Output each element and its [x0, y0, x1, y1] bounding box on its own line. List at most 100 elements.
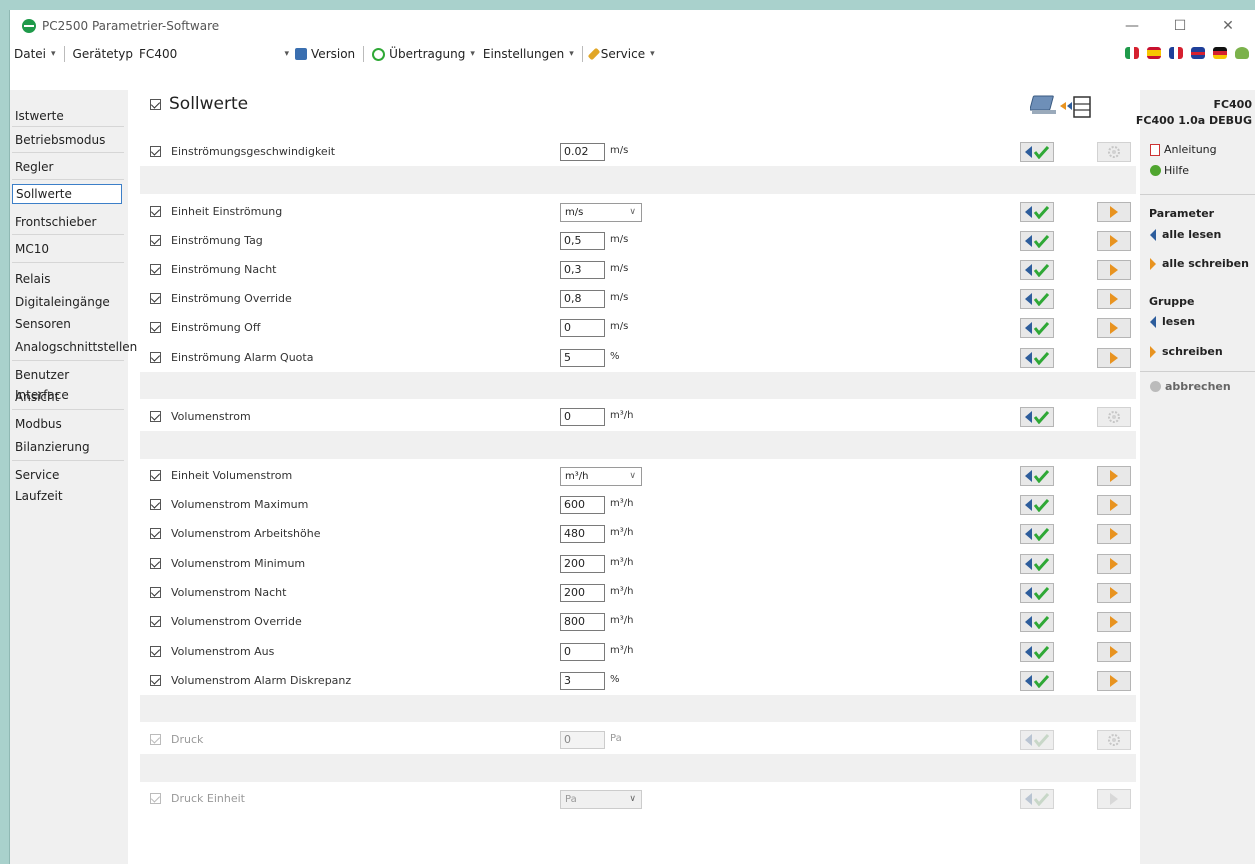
- read-value-button[interactable]: [1020, 202, 1054, 222]
- value-input[interactable]: 200: [560, 555, 605, 573]
- sidebar-item-sollwerte[interactable]: Sollwerte: [12, 184, 122, 204]
- spanish-flag-icon[interactable]: [1147, 47, 1161, 59]
- write-value-button[interactable]: [1097, 202, 1131, 222]
- sidebar-item-benutzer-interface[interactable]: Benutzer Interface: [12, 365, 122, 402]
- sidebar-item-relais[interactable]: Relais: [12, 269, 122, 289]
- row-checkbox[interactable]: [150, 322, 161, 333]
- french-flag-icon[interactable]: [1169, 47, 1183, 59]
- row-checkbox[interactable]: [150, 734, 161, 745]
- hilfe-link[interactable]: Hilfe: [1150, 164, 1189, 177]
- unit-select[interactable]: m/s ∨: [560, 203, 642, 222]
- row-checkbox[interactable]: [150, 499, 161, 510]
- write-value-button[interactable]: [1097, 524, 1131, 544]
- unit-select[interactable]: m³/h ∨: [560, 467, 642, 486]
- menu-version[interactable]: Version: [291, 43, 359, 65]
- alle-lesen-button[interactable]: alle lesen: [1150, 228, 1221, 241]
- write-value-button[interactable]: [1097, 231, 1131, 251]
- italian-flag-icon[interactable]: [1125, 47, 1139, 59]
- geraetetyp-select[interactable]: FC400 ▾: [137, 43, 291, 65]
- gruppe-schreiben-button[interactable]: schreiben: [1150, 345, 1223, 358]
- close-button[interactable]: ✕: [1205, 10, 1251, 42]
- sidebar-item-modbus[interactable]: Modbus: [12, 414, 122, 434]
- value-input[interactable]: 3: [560, 672, 605, 690]
- sidebar-item-analogschnittstellen[interactable]: Analogschnittstellen: [12, 337, 137, 357]
- row-checkbox[interactable]: [150, 675, 161, 686]
- read-value-button[interactable]: [1020, 466, 1054, 486]
- sidebar-item-ansicht[interactable]: Ansicht: [12, 387, 122, 407]
- value-input[interactable]: 480: [560, 525, 605, 543]
- write-value-button[interactable]: [1097, 671, 1131, 691]
- write-value-button[interactable]: [1097, 318, 1131, 338]
- row-checkbox[interactable]: [150, 558, 161, 569]
- write-value-button[interactable]: [1097, 642, 1131, 662]
- row-checkbox[interactable]: [150, 293, 161, 304]
- row-checkbox[interactable]: [150, 411, 161, 422]
- write-value-button[interactable]: [1097, 260, 1131, 280]
- maximize-button[interactable]: ☐: [1157, 10, 1203, 42]
- sidebar-item-betriebsmodus[interactable]: Betriebsmodus: [12, 130, 122, 150]
- row-checkbox[interactable]: [150, 587, 161, 598]
- sidebar-item-frontschieber[interactable]: Frontschieber: [12, 212, 122, 232]
- read-value-button[interactable]: [1020, 289, 1054, 309]
- value-input[interactable]: 0,5: [560, 232, 605, 250]
- sidebar-item-sensoren[interactable]: Sensoren: [12, 314, 122, 334]
- value-input[interactable]: 0: [560, 643, 605, 661]
- row-checkbox[interactable]: [150, 235, 161, 246]
- live-value-button[interactable]: [1097, 407, 1131, 427]
- value-input[interactable]: 200: [560, 584, 605, 602]
- sidebar-item-digitaleingänge[interactable]: Digitaleingänge: [12, 292, 122, 312]
- value-input[interactable]: 0.02: [560, 143, 605, 161]
- anleitung-link[interactable]: Anleitung: [1150, 143, 1217, 156]
- read-value-button[interactable]: [1020, 407, 1054, 427]
- row-checkbox[interactable]: [150, 616, 161, 627]
- write-value-button[interactable]: [1097, 495, 1131, 515]
- read-value-button[interactable]: [1020, 730, 1054, 750]
- sidebar-item-service[interactable]: Service: [12, 465, 122, 485]
- minimize-button[interactable]: —: [1109, 10, 1155, 42]
- row-checkbox[interactable]: [150, 264, 161, 275]
- sidebar-item-istwerte[interactable]: Istwerte: [12, 106, 122, 126]
- uk-flag-icon[interactable]: [1191, 47, 1205, 59]
- row-checkbox[interactable]: [150, 146, 161, 157]
- row-checkbox[interactable]: [150, 646, 161, 657]
- read-value-button[interactable]: [1020, 642, 1054, 662]
- value-input[interactable]: 600: [560, 496, 605, 514]
- read-value-button[interactable]: [1020, 524, 1054, 544]
- row-checkbox[interactable]: [150, 528, 161, 539]
- read-value-button[interactable]: [1020, 142, 1054, 162]
- sidebar-item-regler[interactable]: Regler: [12, 157, 122, 177]
- value-input[interactable]: 5: [560, 349, 605, 367]
- read-value-button[interactable]: [1020, 260, 1054, 280]
- value-input[interactable]: 0: [560, 408, 605, 426]
- page-checkbox[interactable]: [150, 98, 161, 110]
- row-checkbox[interactable]: [150, 352, 161, 363]
- unit-select[interactable]: Pa ∨: [560, 790, 642, 809]
- read-value-button[interactable]: [1020, 612, 1054, 632]
- sidebar-item-bilanzierung[interactable]: Bilanzierung: [12, 437, 122, 457]
- read-value-button[interactable]: [1020, 231, 1054, 251]
- value-input[interactable]: 0: [560, 731, 605, 749]
- sidebar-item-mc10[interactable]: MC10: [12, 239, 122, 259]
- read-value-button[interactable]: [1020, 348, 1054, 368]
- write-value-button[interactable]: [1097, 289, 1131, 309]
- row-checkbox[interactable]: [150, 470, 161, 481]
- write-value-button[interactable]: [1097, 612, 1131, 632]
- value-input[interactable]: 0,8: [560, 290, 605, 308]
- write-value-button[interactable]: [1097, 583, 1131, 603]
- abbrechen-button[interactable]: abbrechen: [1150, 380, 1231, 393]
- value-input[interactable]: 0,3: [560, 261, 605, 279]
- row-checkbox[interactable]: [150, 206, 161, 217]
- language-icon[interactable]: [1235, 47, 1249, 59]
- menu-service[interactable]: Service ▾: [587, 43, 659, 65]
- german-flag-icon[interactable]: [1213, 47, 1227, 59]
- read-value-button[interactable]: [1020, 789, 1054, 809]
- write-value-button[interactable]: [1097, 466, 1131, 486]
- write-value-button[interactable]: [1097, 554, 1131, 574]
- read-value-button[interactable]: [1020, 583, 1054, 603]
- menu-datei[interactable]: Datei ▾: [10, 43, 60, 65]
- read-value-button[interactable]: [1020, 318, 1054, 338]
- value-input[interactable]: 0: [560, 319, 605, 337]
- read-value-button[interactable]: [1020, 671, 1054, 691]
- live-value-button[interactable]: [1097, 142, 1131, 162]
- menu-einstellungen[interactable]: Einstellungen ▾: [479, 43, 578, 65]
